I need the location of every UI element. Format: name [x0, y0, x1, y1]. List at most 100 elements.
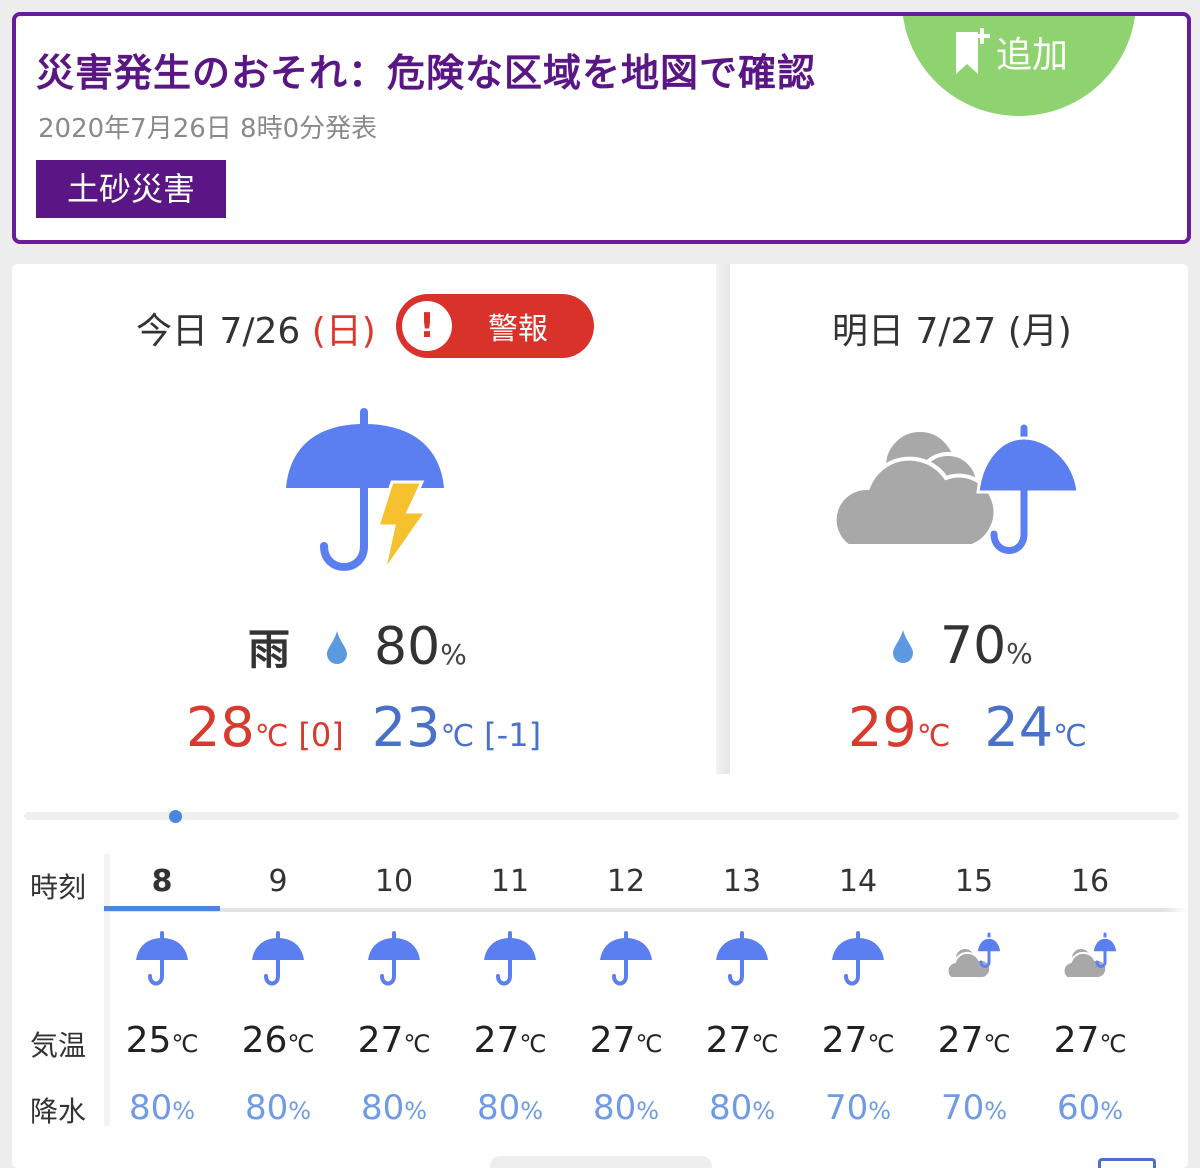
hour-temp-value: 27: [357, 1020, 404, 1061]
alert-category-tag: 土砂災害: [36, 160, 226, 218]
today-header: 今日 7/26 (日): [136, 302, 376, 354]
umbrella-icon: [829, 930, 887, 988]
hourly-scroll-track[interactable]: [24, 812, 1179, 820]
hour-temp: 27℃: [568, 1020, 684, 1061]
umbrella-icon: [597, 930, 655, 988]
hour-temp-value: 27: [821, 1020, 868, 1061]
hour-temp-unit: ℃: [171, 1030, 199, 1058]
forecast-card: 今日 7/26 (日) ! 警報 雨 80 % 28 ℃ [0] 23 ℃ [-…: [12, 264, 1188, 1168]
partial-bottom-icon[interactable]: [1098, 1158, 1156, 1168]
hour-pop-unit: %: [172, 1097, 196, 1125]
hour-temp: 27℃: [336, 1020, 452, 1061]
hour-pop-value: 80: [708, 1088, 753, 1128]
hour-active-indicator: [104, 906, 220, 911]
add-bookmark-button[interactable]: 追加: [902, 16, 1136, 116]
alert-issued-date: 2020年7月26日 8時0分発表: [38, 114, 378, 144]
hour-label: 12: [606, 864, 646, 899]
hour-temp-value: 27: [473, 1020, 520, 1061]
hour-pop: 80%: [452, 1088, 568, 1128]
hour-pop-value: 70: [940, 1088, 985, 1128]
hour-temp-unit: ℃: [867, 1030, 895, 1058]
temp-row-label: 気温: [30, 1029, 87, 1062]
hour-label: 15: [954, 864, 994, 899]
hour-pop-unit: %: [752, 1097, 776, 1125]
warning-label: 警報: [488, 312, 548, 347]
hour-temp-unit: ℃: [983, 1030, 1011, 1058]
hour-temp-value: 26: [241, 1020, 288, 1061]
today-high-unit: ℃: [254, 719, 289, 754]
add-button-label: 追加: [996, 35, 1069, 76]
tomorrow-high: 29: [848, 696, 917, 759]
hour-pop: 70%: [800, 1088, 916, 1128]
hour-pop-unit: %: [520, 1097, 544, 1125]
hour-rail: [104, 908, 1188, 912]
today-pop: 80: [374, 617, 441, 677]
hour-pop: 80%: [568, 1088, 684, 1128]
tomorrow-label: 明日: [832, 311, 905, 352]
umbrella-thunder-icon: [286, 408, 444, 573]
hour-temp: 27℃: [684, 1020, 800, 1061]
tomorrow-date: 7/27: [915, 311, 997, 352]
today-weekday: (日): [311, 311, 376, 352]
hour-temp-value: 27: [705, 1020, 752, 1061]
column-divider: [716, 264, 730, 774]
bookmark-add-icon: [956, 28, 990, 74]
hour-pop-unit: %: [636, 1097, 660, 1125]
disaster-alert-card[interactable]: 災害発生のおそれ：危険な区域を地図で確認 2020年7月26日 8時0分発表 土…: [12, 12, 1191, 244]
hour-temp: 27℃: [916, 1020, 1032, 1061]
umbrella-icon: [713, 930, 771, 988]
hour-pop-value: 80: [592, 1088, 637, 1128]
hour-temp: 27℃: [800, 1020, 916, 1061]
hourly-fade: [1162, 854, 1188, 1134]
hour-temp-value: 27: [937, 1020, 984, 1061]
hour-label: 16: [1070, 864, 1110, 899]
hour-pop: 60%: [1032, 1088, 1148, 1128]
tomorrow-weekday: (月): [1007, 311, 1072, 352]
hour-pop-value: 70: [824, 1088, 869, 1128]
hour-pop-value: 60: [1056, 1088, 1101, 1128]
warning-exclamation-icon: !: [402, 301, 452, 351]
hour-pop: 80%: [104, 1088, 220, 1128]
tomorrow-pop: 70: [940, 616, 1007, 676]
today-high-diff: [0]: [298, 716, 344, 754]
today-low-diff: [-1]: [484, 716, 542, 754]
hour-temp: 25℃: [104, 1020, 220, 1061]
hour-pop-unit: %: [868, 1097, 892, 1125]
hour-temp-unit: ℃: [751, 1030, 779, 1058]
today-pop-unit: %: [440, 638, 467, 671]
hour-temp-value: 25: [125, 1020, 172, 1061]
warning-badge[interactable]: ! 警報: [396, 294, 594, 358]
hour-temp-unit: ℃: [403, 1030, 431, 1058]
today-low-unit: ℃: [440, 719, 475, 754]
hour-label: 10: [374, 864, 414, 899]
hour-label: 9: [268, 864, 288, 899]
tomorrow-high-unit: ℃: [916, 719, 951, 754]
hour-temp-unit: ℃: [519, 1030, 547, 1058]
today-date: 7/26: [219, 311, 301, 352]
hour-pop-unit: %: [984, 1097, 1008, 1125]
today-condition-row: 雨 80 %: [248, 616, 467, 677]
hour-pop: 80%: [684, 1088, 800, 1128]
hour-temp-unit: ℃: [1099, 1030, 1127, 1058]
hour-temp: 27℃: [452, 1020, 568, 1061]
hour-pop: 80%: [336, 1088, 452, 1128]
hour-temp-value: 27: [589, 1020, 636, 1061]
hour-temp-unit: ℃: [635, 1030, 663, 1058]
hour-pop-value: 80: [476, 1088, 521, 1128]
hourly-scroll-thumb[interactable]: [169, 810, 182, 823]
alert-title[interactable]: 災害発生のおそれ：危険な区域を地図で確認: [36, 42, 816, 97]
hour-pop: 80%: [220, 1088, 336, 1128]
umbrella-icon: [365, 930, 423, 988]
today-high: 28: [186, 696, 255, 759]
raindrop-icon: [327, 630, 348, 664]
hour-label: 11: [490, 864, 530, 899]
today-temp-row: 28 ℃ [0] 23 ℃ [-1]: [186, 696, 541, 759]
umbrella-icon: [249, 930, 307, 988]
hour-label: 8: [151, 864, 173, 899]
hour-label: 13: [722, 864, 762, 899]
bottom-handle[interactable]: [490, 1156, 712, 1168]
tomorrow-pop-unit: %: [1006, 637, 1033, 670]
hour-temp-unit: ℃: [287, 1030, 315, 1058]
cloud-umbrella-icon: [945, 930, 1003, 988]
umbrella-icon: [481, 930, 539, 988]
